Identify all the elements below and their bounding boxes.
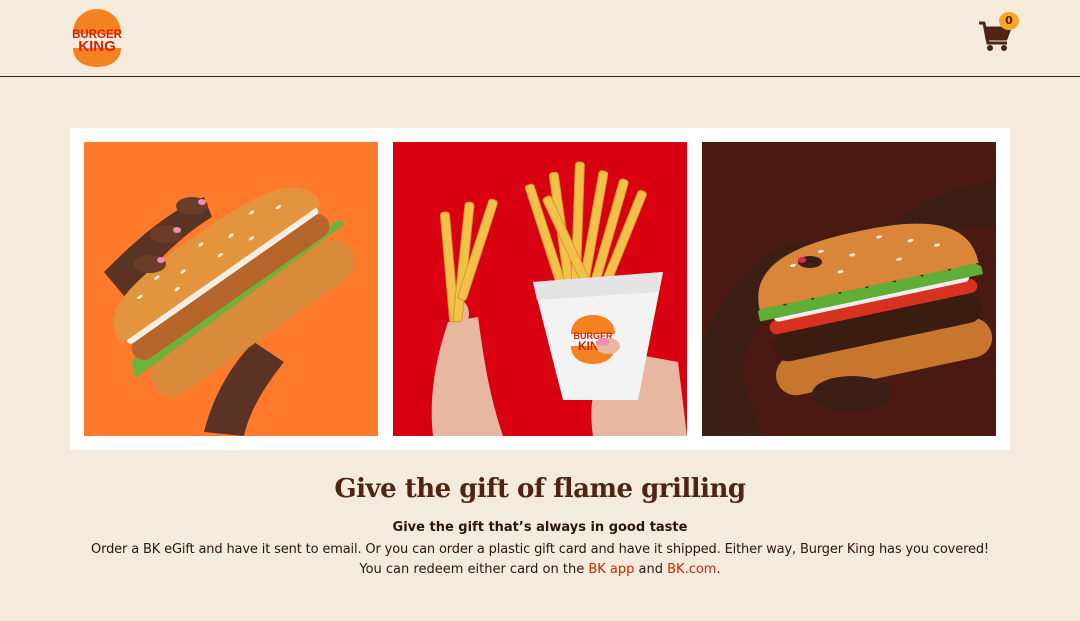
logo-text-bottom: KING xyxy=(78,38,116,55)
bk-app-link[interactable]: BK app xyxy=(588,562,634,577)
chicken-sandwich-image xyxy=(84,142,378,436)
redeem-prefix: You can redeem either card on the xyxy=(359,562,589,577)
french-fries-image: BURGER KING xyxy=(393,142,687,436)
cart-count-badge: 0 xyxy=(999,12,1019,30)
page-subtitle: Give the gift that’s always in good tast… xyxy=(392,520,688,535)
redeem-suffix: . xyxy=(716,562,721,577)
redeem-middle: and xyxy=(634,562,668,577)
whopper-image xyxy=(702,142,996,436)
bk-com-link[interactable]: BK.com xyxy=(667,562,716,577)
page-title: Give the gift of flame grilling xyxy=(334,474,746,504)
burger-king-logo[interactable]: BURGER KING xyxy=(69,8,125,68)
site-header: BURGER KING 0 xyxy=(0,0,1080,77)
redeem-line: You can redeem either card on the BK app… xyxy=(0,562,1080,577)
description-line: Order a BK eGift and have it sent to ema… xyxy=(91,542,989,557)
product-gallery: BURGER KING xyxy=(70,128,1010,450)
